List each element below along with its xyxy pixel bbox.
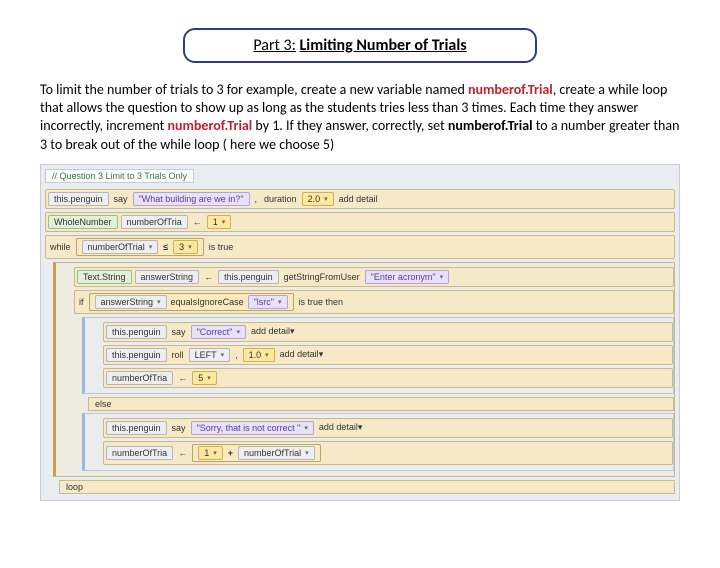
method-say: say xyxy=(112,194,130,204)
assign: ← xyxy=(202,272,215,282)
else-body: this.penguin say "Sorry, that is not cor… xyxy=(82,413,674,471)
method-roll: roll xyxy=(170,350,186,360)
keyword-numberoftrial-3: numberof.Trial xyxy=(448,117,533,134)
value-1[interactable]: 1▾ xyxy=(207,215,232,229)
type-textstring[interactable]: Text.String xyxy=(77,270,132,284)
code-comment: // Question 3 Limit to 3 Trials Only xyxy=(45,169,194,183)
title-main: Limiting Number of Trials xyxy=(300,36,467,55)
add-detail[interactable]: add detail▾ xyxy=(249,326,297,337)
declare-var-row[interactable]: WholeNumber numberOfTria ← 1▾ xyxy=(45,212,675,232)
value-5[interactable]: 5▾ xyxy=(192,371,217,385)
string-lsrc[interactable]: "lsrc"▾ xyxy=(248,295,288,309)
fn-equalsignorecase: equalsIgnoreCase xyxy=(169,297,246,307)
say-correct-row[interactable]: this.penguin say "Correct"▾ add detail▾ xyxy=(103,322,673,342)
keyword-numberoftrial-1: numberof.Trial xyxy=(468,81,553,98)
op-plus: + xyxy=(225,448,236,458)
fn-getstringfromuser: getStringFromUser xyxy=(282,272,362,282)
say-question-row[interactable]: this.penguin say "What building are we i… xyxy=(45,189,675,209)
declare-answer-row[interactable]: Text.String answerString ← this.penguin … xyxy=(74,267,674,287)
var-numberoftrial-expr[interactable]: numberOfTrial▾ xyxy=(238,446,315,460)
duration-label: duration xyxy=(262,194,299,204)
para-t3: by 1. If they answer, correctly, set xyxy=(252,117,448,134)
increment-row[interactable]: numberOfTria ← 1▾ + numberOfTrial▾ xyxy=(103,441,673,465)
keyword-numberoftrial-2: numberof.Trial xyxy=(168,117,253,134)
duration-value[interactable]: 2.0▾ xyxy=(302,192,334,206)
else-band: else xyxy=(88,397,674,411)
while-tail: is true xyxy=(207,242,236,252)
obj-penguin[interactable]: this.penguin xyxy=(218,270,279,284)
string-question[interactable]: "What building are we in?" xyxy=(133,192,250,206)
value-1[interactable]: 1▾ xyxy=(198,446,223,460)
while-row[interactable]: while numberOfTrial▾ ≤ 3▾ is true xyxy=(45,235,675,259)
set-5-row[interactable]: numberOfTria ← 5▾ xyxy=(103,368,673,388)
code-panel: // Question 3 Limit to 3 Trials Only thi… xyxy=(40,164,680,501)
method-say: say xyxy=(170,423,188,433)
assign: ← xyxy=(191,217,204,227)
dir-left[interactable]: LEFT▾ xyxy=(189,348,231,362)
add-detail[interactable]: add detail▾ xyxy=(278,349,326,360)
say-incorrect-row[interactable]: this.penguin say "Sorry, that is not cor… xyxy=(103,418,673,438)
if-body: this.penguin say "Correct"▾ add detail▾ … xyxy=(82,317,674,394)
while-val[interactable]: 3▾ xyxy=(173,240,198,254)
if-row[interactable]: if answerString▾ equalsIgnoreCase "lsrc"… xyxy=(74,290,674,314)
method-say: say xyxy=(170,327,188,337)
while-body: Text.String answerString ← this.penguin … xyxy=(53,262,675,477)
while-condition[interactable]: numberOfTrial▾ ≤ 3▾ xyxy=(76,238,204,256)
add-detail[interactable]: add detail▾ xyxy=(317,422,365,433)
add-detail[interactable]: add detail xyxy=(337,194,380,204)
roll-row[interactable]: this.penguin roll LEFT▾ , 1.0▾ add detai… xyxy=(103,345,673,365)
obj-penguin[interactable]: this.penguin xyxy=(106,348,167,362)
string-sorry[interactable]: "Sorry, that is not correct "▾ xyxy=(191,421,314,435)
body-paragraph: To limit the number of trials to 3 for e… xyxy=(40,81,680,154)
if-condition[interactable]: answerString▾ equalsIgnoreCase "lsrc"▾ xyxy=(89,293,294,311)
string-correct[interactable]: "Correct"▾ xyxy=(191,325,246,339)
obj-penguin[interactable]: this.penguin xyxy=(106,421,167,435)
op-le: ≤ xyxy=(160,242,171,252)
expr-add[interactable]: 1▾ + numberOfTrial▾ xyxy=(192,444,321,462)
if-keyword: if xyxy=(77,297,86,307)
var-answerstring[interactable]: answerString xyxy=(135,270,200,284)
comma: , xyxy=(233,350,240,360)
para-t1: To limit the number of trials to 3 for e… xyxy=(40,81,468,98)
if-var[interactable]: answerString▾ xyxy=(95,295,167,309)
string-enter-acronym[interactable]: "Enter acronym"▾ xyxy=(365,270,449,284)
while-var[interactable]: numberOfTrial▾ xyxy=(82,240,159,254)
while-keyword: while xyxy=(48,242,73,252)
comma: , xyxy=(253,194,260,204)
obj-penguin[interactable]: this.penguin xyxy=(106,325,167,339)
if-tail: is true then xyxy=(297,297,346,307)
object-this-penguin[interactable]: this.penguin xyxy=(48,192,109,206)
assign: ← xyxy=(176,448,189,458)
amount-1[interactable]: 1.0▾ xyxy=(243,348,275,362)
var-numberoftrial[interactable]: numberOfTria xyxy=(121,215,188,229)
title-prefix: Part 3: xyxy=(253,36,296,55)
type-wholenumber[interactable]: WholeNumber xyxy=(48,215,118,229)
loop-band: loop xyxy=(59,480,675,494)
var-numberoftrial[interactable]: numberOfTria xyxy=(106,371,173,385)
var-numberoftrial[interactable]: numberOfTria xyxy=(106,446,173,460)
assign: ← xyxy=(176,373,189,383)
title-box: Part 3: Limiting Number of Trials xyxy=(183,28,537,63)
